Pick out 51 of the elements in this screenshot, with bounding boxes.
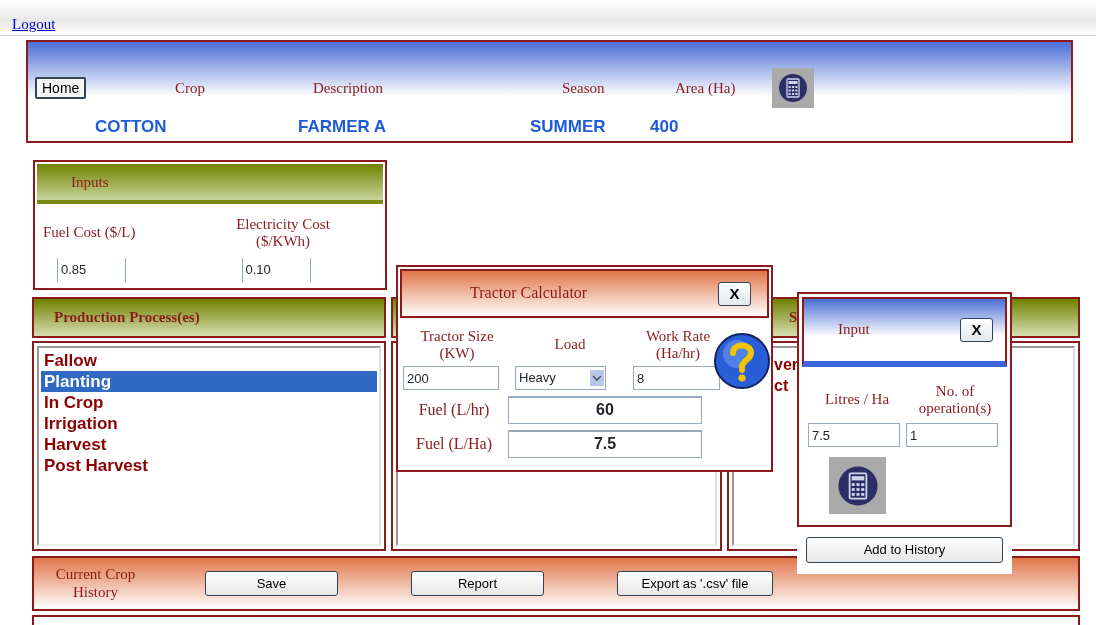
input-field[interactable]: 0.85 <box>57 258 126 282</box>
calculator-icon[interactable] <box>829 457 886 514</box>
field-label: Fuel Cost ($/L) <box>43 224 136 242</box>
field-label: Tractor Size (KW) <box>419 327 495 363</box>
action-button[interactable]: Export as '.csv' file <box>617 570 773 597</box>
column-value: FARMER A <box>298 117 387 136</box>
column-label: Area (Ha) <box>675 80 736 96</box>
home-button[interactable]: Home <box>35 77 87 100</box>
help-icon[interactable] <box>713 332 771 390</box>
input-field[interactable]: 8 <box>633 366 720 390</box>
result-field: 7.5 <box>508 430 702 458</box>
list-text: ver <box>773 355 799 375</box>
history-title: Current Crop History <box>54 566 137 601</box>
column-label: Season <box>562 80 605 96</box>
column-value: 400 <box>650 117 679 136</box>
list-item[interactable]: Fallow <box>41 350 377 371</box>
column-label: Crop <box>175 80 205 96</box>
field-label: Litres / Ha <box>824 391 890 409</box>
list-item[interactable]: Post Harvest <box>41 455 377 476</box>
dialog-title: Input <box>838 321 870 339</box>
list-item[interactable]: Harvest <box>41 434 377 455</box>
result-label: Fuel (L/hr) <box>417 400 491 420</box>
column-value: SUMMER <box>530 117 606 136</box>
result-label: Fuel (L/Ha) <box>415 434 493 454</box>
column-label: Description <box>313 80 383 96</box>
action-button[interactable]: Save <box>205 570 338 597</box>
input-field[interactable]: 0.10 <box>241 258 311 282</box>
result-field: 60 <box>508 396 702 424</box>
field-label: No. of operation(s) <box>917 382 993 418</box>
field-label: Work Rate (Ha/hr) <box>644 327 712 363</box>
input-field[interactable]: 1 <box>906 423 998 447</box>
field-label: Load <box>554 336 586 354</box>
input-field[interactable]: 200 <box>403 366 499 390</box>
list-item[interactable]: In Crop <box>41 392 377 413</box>
panel-title: Production Process(es) <box>32 297 386 338</box>
calculator-icon[interactable] <box>772 68 814 108</box>
action-button[interactable]: Report <box>411 570 544 597</box>
load-dropdown[interactable]: Heavy <box>515 366 606 390</box>
caret-icon <box>590 370 604 386</box>
panel-title: Inputs <box>37 164 383 204</box>
close-button[interactable]: X <box>718 281 751 306</box>
list-text: ct <box>773 376 789 396</box>
column-value: COTTON <box>95 117 167 136</box>
field-label: Electricity Cost ($/KWh) <box>235 215 331 251</box>
logout-link[interactable]: Logout <box>12 16 56 32</box>
list-item[interactable]: Planting <box>41 371 377 392</box>
dialog-title: Tractor Calculator <box>470 284 588 303</box>
add-to-history-button[interactable]: Add to History <box>806 537 1003 563</box>
input-field[interactable]: 7.5 <box>808 423 900 447</box>
close-button[interactable]: X <box>960 318 993 342</box>
list-item[interactable]: Irrigation <box>41 413 377 434</box>
